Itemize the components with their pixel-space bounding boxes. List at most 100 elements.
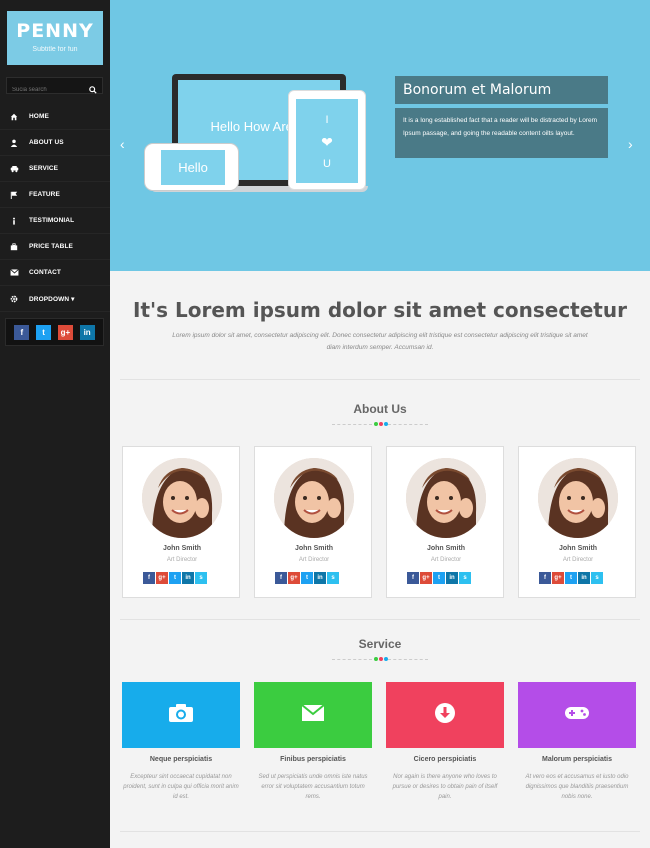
service-description: Sed ut perspiciatis unde omnis iste natu… — [258, 774, 368, 800]
facebook-icon[interactable]: f — [407, 572, 419, 584]
tablet-line: U — [323, 158, 331, 170]
sidebar-item-label: DROPDOWN ▾ — [29, 295, 75, 303]
service-description: Excepteur sint occaecat cupidatat non pr… — [123, 774, 239, 800]
sidebar-item-contact[interactable]: CONTACT — [0, 260, 110, 286]
member-role: Art Director — [562, 557, 594, 563]
service-title-text: Cicero perspiciatis — [413, 756, 477, 763]
envelope-icon — [301, 703, 325, 727]
gear-icon — [9, 294, 19, 304]
search-box — [6, 77, 103, 98]
facebook-icon[interactable]: f — [539, 572, 551, 584]
sidebar-social: f t g+ in — [5, 318, 104, 346]
skype-icon[interactable]: s — [591, 572, 603, 584]
facebook-icon[interactable]: f — [14, 324, 30, 340]
intro-heading: It's Lorem ipsum dolor sit amet consecte… — [133, 298, 627, 322]
twitter-icon[interactable]: t — [433, 572, 445, 584]
info-icon — [9, 216, 19, 226]
google-plus-icon[interactable]: g+ — [156, 572, 168, 584]
skype-icon[interactable]: s — [459, 572, 471, 584]
divider — [120, 619, 640, 620]
google-plus-icon[interactable]: g+ — [288, 572, 300, 584]
google-plus-icon[interactable]: g+ — [57, 324, 73, 340]
slide-caption-text-box: It is a long established fact that a rea… — [395, 108, 608, 158]
twitter-icon[interactable]: t — [169, 572, 181, 584]
tablet-image: I ❤ U — [288, 90, 366, 190]
service-tile[interactable] — [386, 682, 504, 748]
search-input[interactable] — [7, 82, 87, 98]
linkedin-icon[interactable]: in — [314, 572, 326, 584]
service-title-text: Neque perspiciatis — [149, 756, 213, 763]
brand-title: PENNY — [16, 20, 94, 42]
member-name: John Smith — [294, 545, 334, 552]
linkedin-icon[interactable]: in — [79, 324, 95, 340]
twitter-icon[interactable]: t — [301, 572, 313, 584]
slider-next-arrow[interactable]: › — [628, 136, 633, 152]
sidebar-item-label: HOME — [29, 113, 49, 120]
divider — [120, 831, 640, 832]
twitter-icon[interactable]: t — [36, 324, 52, 340]
service-description: Nor again is there anyone who loves to p… — [392, 774, 498, 800]
service-title-text: Finibus perspiciatis — [280, 756, 346, 763]
sidebar-item-label: ABOUT US — [29, 139, 64, 146]
flag-icon — [9, 190, 19, 200]
envelope-icon — [9, 268, 19, 278]
hero-slider: ‹ › Hello How Are You? I ❤ U Hello Bonor… — [110, 0, 650, 271]
skype-icon[interactable]: s — [327, 572, 339, 584]
service-tile[interactable] — [254, 682, 372, 748]
service-tile[interactable] — [518, 682, 636, 748]
gamepad-icon — [564, 705, 590, 726]
brand-logo[interactable]: PENNY Subtitle for fun — [7, 11, 103, 65]
tablet-line: I — [325, 114, 329, 126]
facebook-icon[interactable]: f — [143, 572, 155, 584]
service-title: Service — [358, 637, 402, 651]
sidebar: PENNY Subtitle for fun HOME ABOUT US SER… — [0, 0, 110, 848]
search-icon[interactable] — [89, 81, 97, 94]
member-role: Art Director — [166, 557, 198, 563]
avatar — [538, 458, 618, 538]
sidebar-item-label: PRICE TABLE — [29, 243, 73, 250]
google-plus-icon[interactable]: g+ — [420, 572, 432, 584]
about-title: About Us — [353, 402, 407, 416]
avatar — [142, 458, 222, 538]
section-separator — [332, 422, 428, 428]
linkedin-icon[interactable]: in — [182, 572, 194, 584]
brand-subtitle: Subtitle for fun — [32, 46, 78, 53]
sidebar-nav: HOME ABOUT US SERVICE FEATURE TESTIMONIA… — [0, 104, 110, 312]
user-icon — [9, 138, 19, 148]
page: PENNY Subtitle for fun HOME ABOUT US SER… — [0, 0, 650, 848]
service-tile[interactable] — [122, 682, 240, 748]
intro-text: Lorem ipsum dolor sit amet, consectetur … — [172, 332, 588, 351]
sidebar-item-testimonial[interactable]: TESTIMONIAL — [0, 208, 110, 234]
sidebar-item-home[interactable]: HOME — [0, 104, 110, 130]
sidebar-item-feature[interactable]: FEATURE — [0, 182, 110, 208]
service-description: At vero eos et accusamus et iusto odio d… — [525, 774, 629, 800]
download-icon — [434, 702, 456, 729]
twitter-icon[interactable]: t — [565, 572, 577, 584]
main-content: It's Lorem ipsum dolor sit amet consecte… — [110, 271, 650, 848]
member-social: f g+ t in s — [407, 572, 472, 584]
slide-caption-title: Bonorum et Malorum — [403, 82, 552, 98]
member-role: Art Director — [430, 557, 462, 563]
sidebar-item-label: SERVICE — [29, 165, 59, 172]
linkedin-icon[interactable]: in — [446, 572, 458, 584]
sidebar-item-service[interactable]: SERVICE — [0, 156, 110, 182]
slider-prev-arrow[interactable]: ‹ — [120, 136, 125, 152]
camera-icon — [168, 703, 194, 728]
slide-caption-title-box: Bonorum et Malorum — [395, 76, 608, 104]
divider — [120, 379, 640, 380]
sidebar-item-dropdown[interactable]: DROPDOWN ▾ — [0, 286, 110, 312]
skype-icon[interactable]: s — [195, 572, 207, 584]
sidebar-item-about-us[interactable]: ABOUT US — [0, 130, 110, 156]
linkedin-icon[interactable]: in — [578, 572, 590, 584]
sidebar-item-price-table[interactable]: PRICE TABLE — [0, 234, 110, 260]
service-title-text: Malorum perspiciatis — [541, 756, 613, 763]
team-card: John Smith Art Director f g+ t in s — [518, 446, 636, 598]
team-card: John Smith Art Director f g+ t in s — [254, 446, 372, 598]
member-social: f g+ t in s — [275, 572, 340, 584]
google-plus-icon[interactable]: g+ — [552, 572, 564, 584]
member-name: John Smith — [162, 545, 202, 552]
phone-screen-text: Hello — [161, 150, 225, 185]
car-icon — [9, 164, 19, 174]
facebook-icon[interactable]: f — [275, 572, 287, 584]
sidebar-item-label: TESTIMONIAL — [29, 217, 75, 224]
